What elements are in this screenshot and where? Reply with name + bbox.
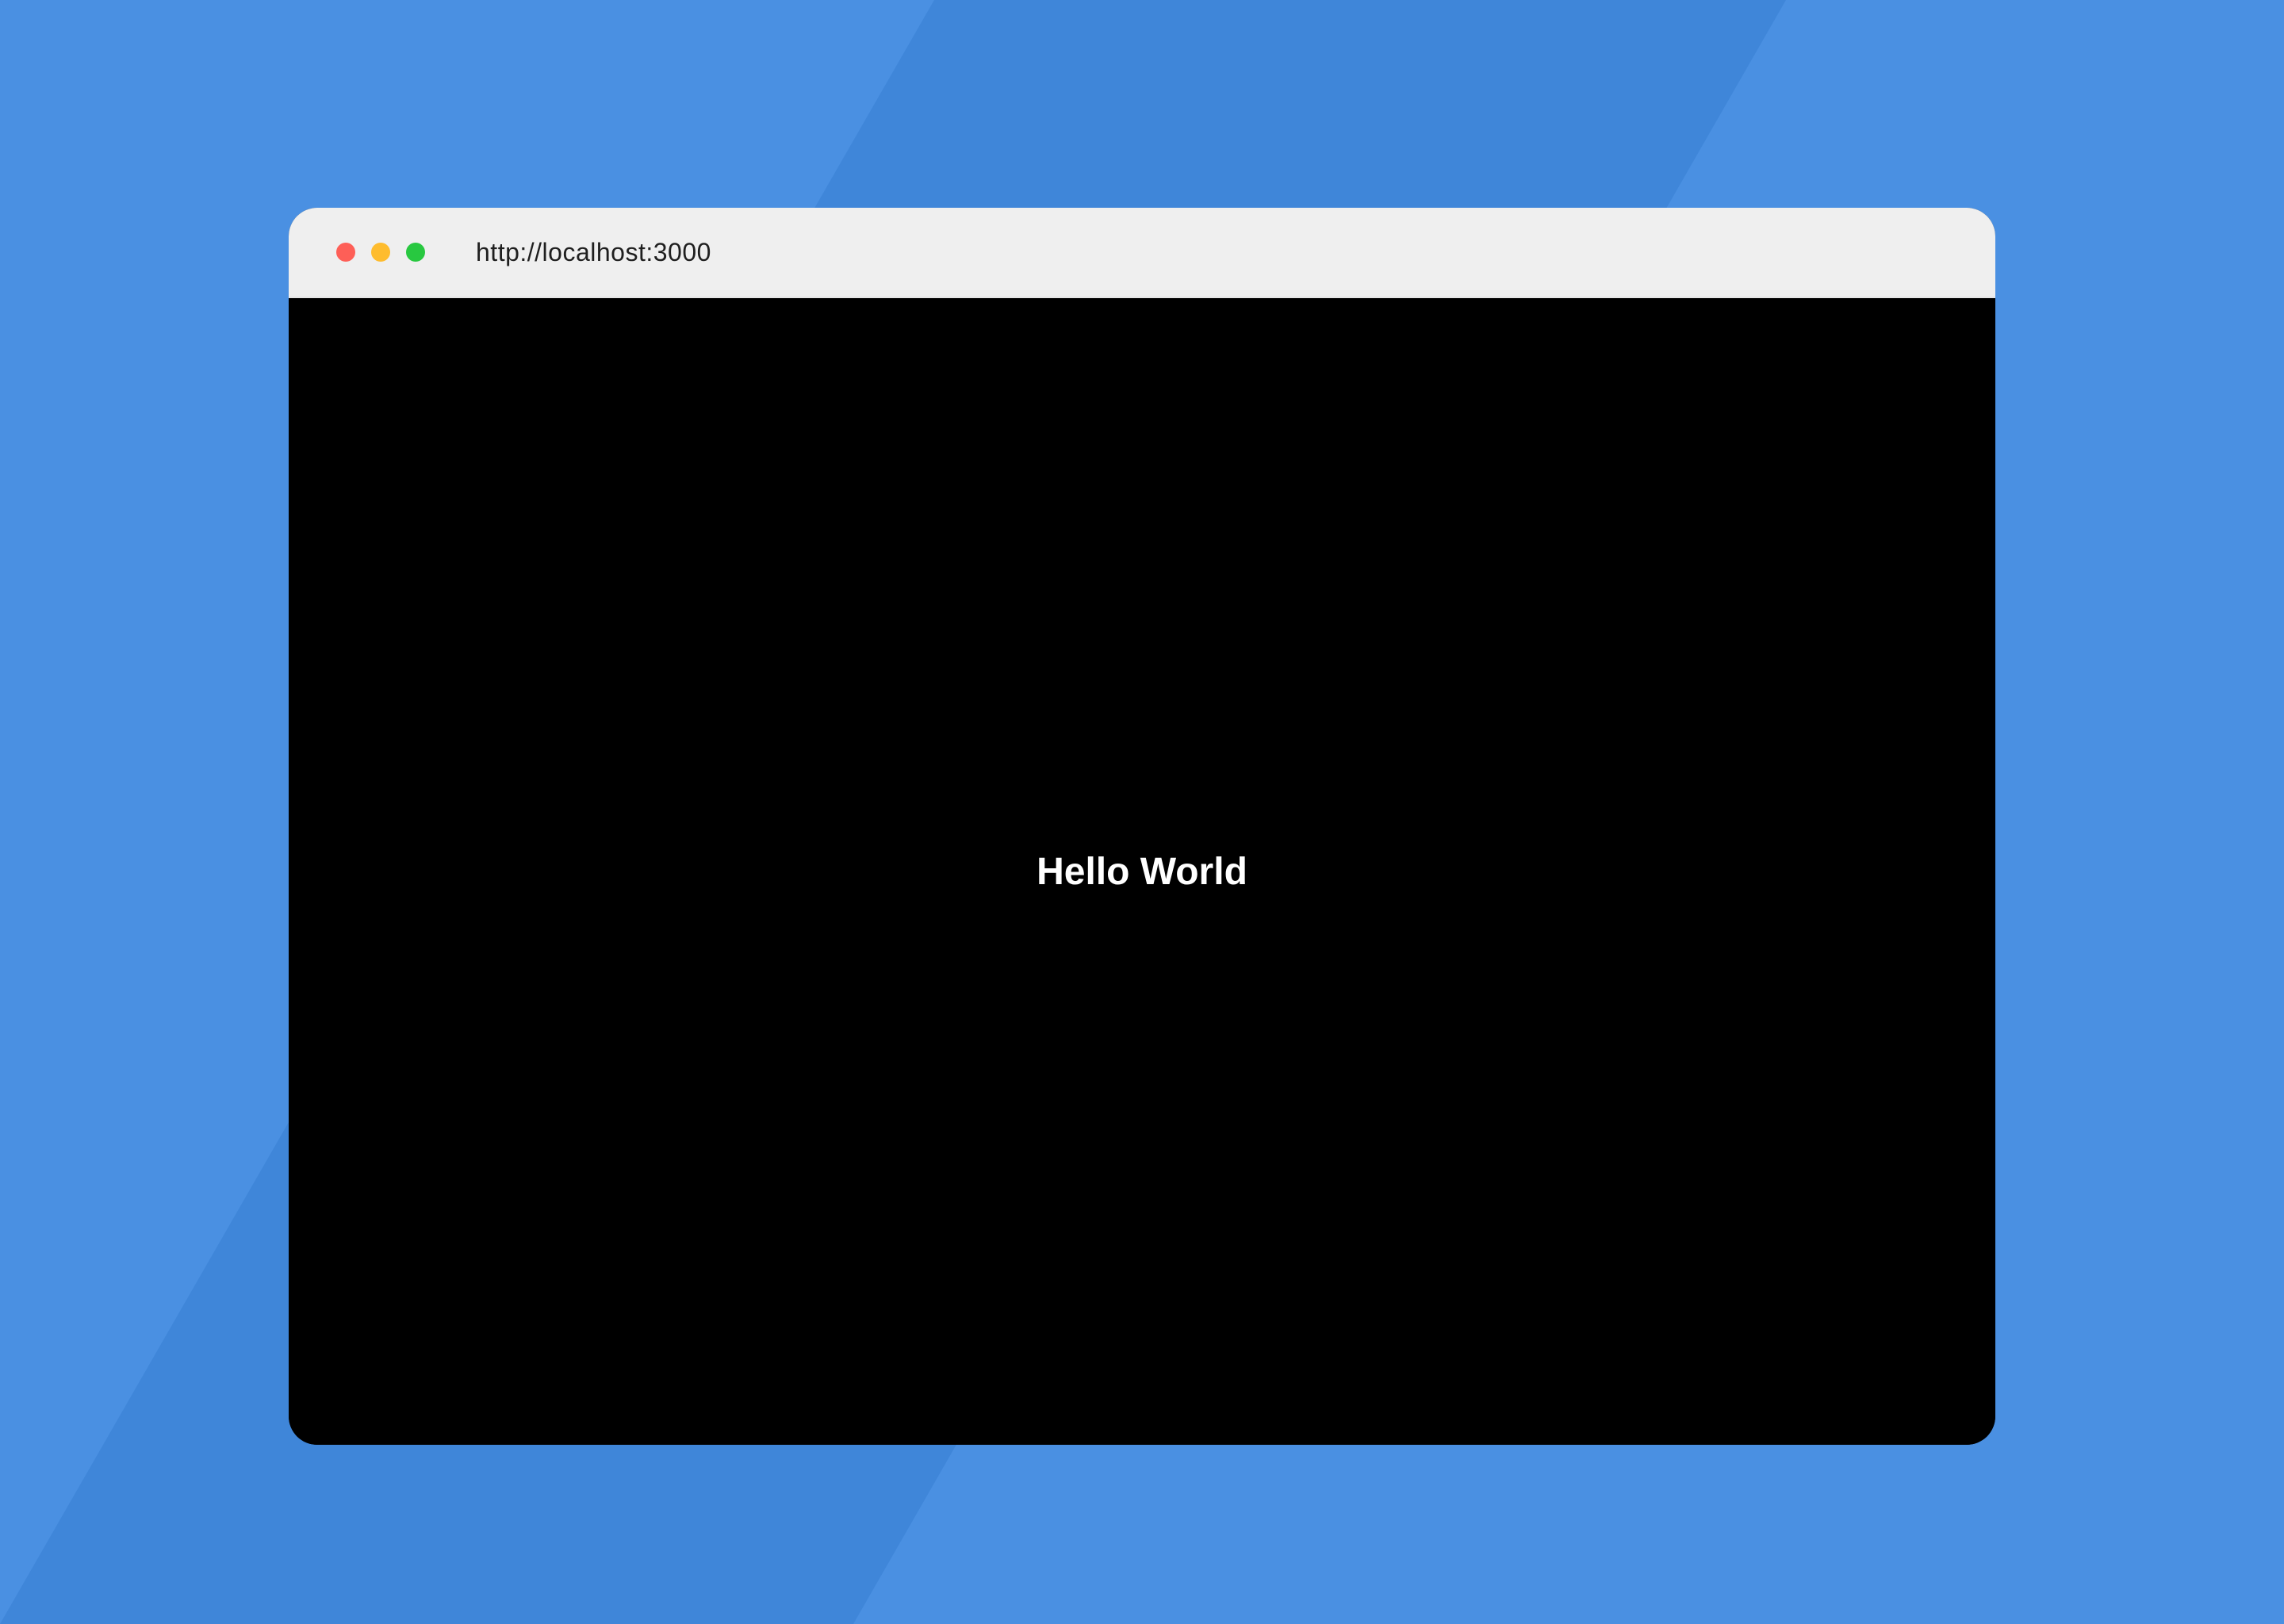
maximize-button[interactable] [406,243,425,262]
browser-window: http://localhost:3000 Hello World [289,208,1995,1445]
window-controls [336,243,425,262]
page-heading: Hello World [1037,850,1247,893]
browser-title-bar: http://localhost:3000 [289,208,1995,298]
close-button[interactable] [336,243,355,262]
page-viewport: Hello World [289,298,1995,1445]
address-bar[interactable]: http://localhost:3000 [476,238,711,267]
minimize-button[interactable] [371,243,390,262]
